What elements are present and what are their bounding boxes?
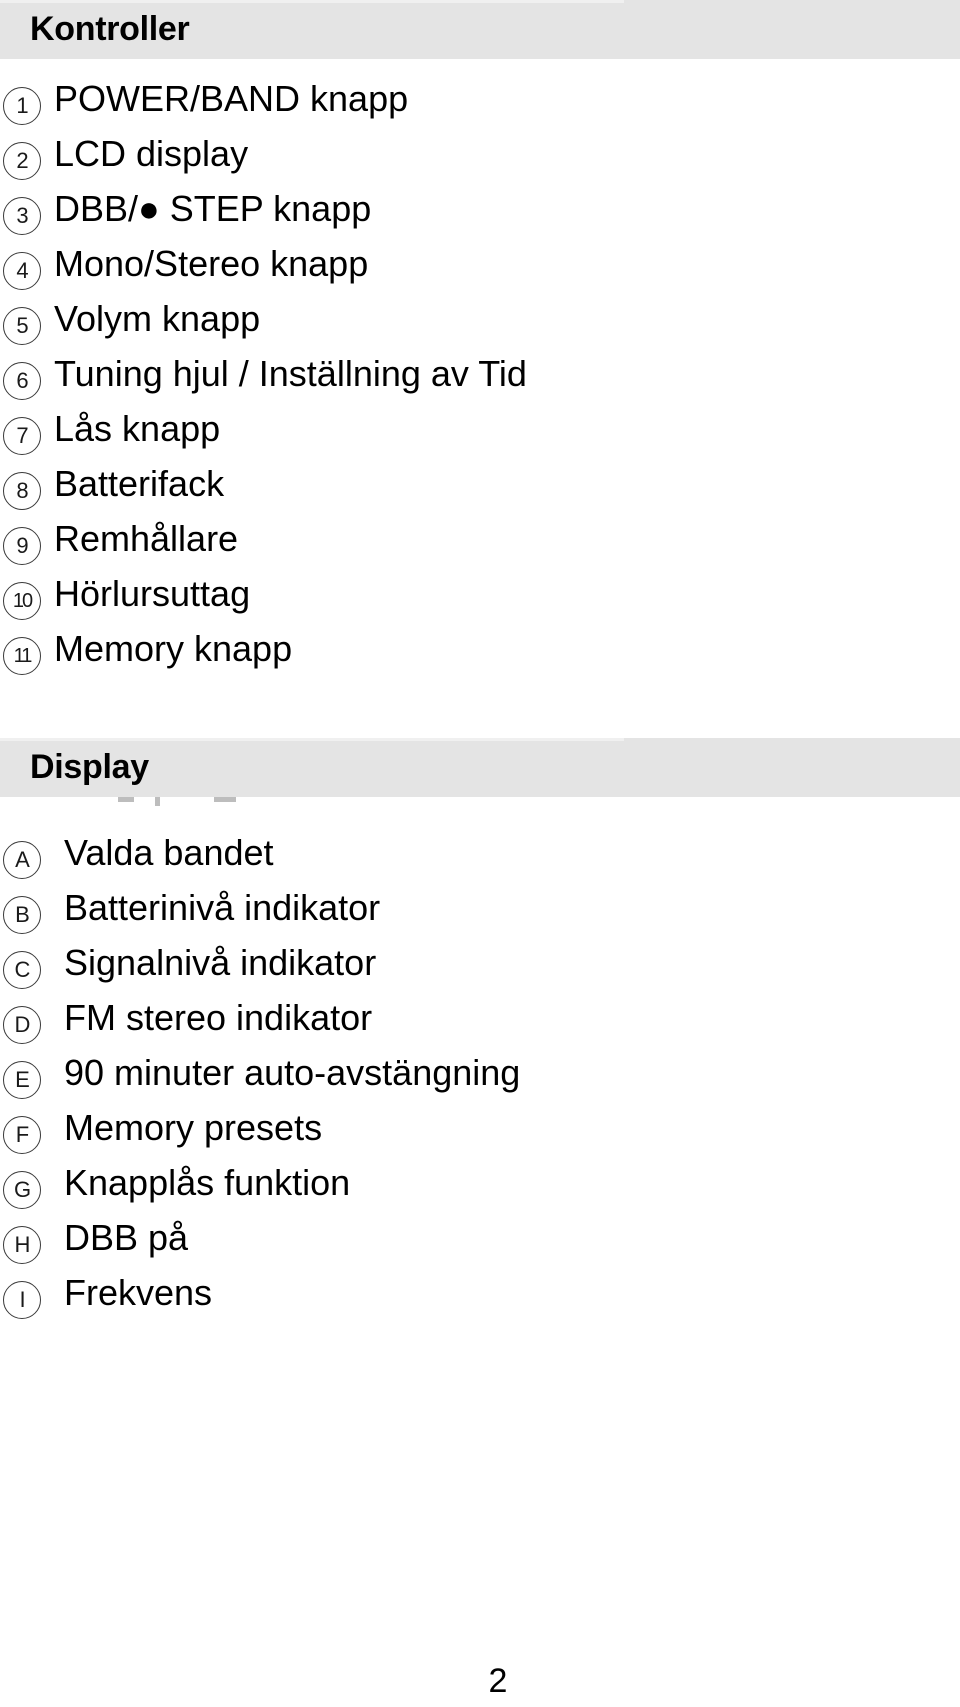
letter-marker-icon: C (0, 951, 44, 990)
number-marker-icon: 2 (0, 142, 44, 181)
circled-marker: 1 (3, 87, 41, 126)
list-item-label: Frekvens (64, 1272, 213, 1314)
controls-section-header: Kontroller (0, 0, 960, 60)
circled-marker: A (3, 841, 41, 880)
circled-marker: H (3, 1226, 41, 1265)
number-marker-icon: 7 (0, 417, 44, 456)
number-marker-icon: 1 (0, 87, 44, 126)
list-item-label: POWER/BAND knapp (54, 78, 409, 120)
circled-marker: 6 (3, 362, 41, 401)
list-item-label: Hörlursuttag (54, 573, 251, 615)
list-item: 3 DBB/● STEP knapp (0, 188, 960, 236)
letter-marker-icon: D (0, 1006, 44, 1045)
circled-marker: D (3, 1006, 41, 1045)
list-item-label: Batterinivå indikator (64, 887, 381, 929)
number-marker-icon: 11 (0, 637, 44, 676)
letter-marker-icon: F (0, 1116, 44, 1155)
controls-list: 1 POWER/BAND knapp 2 LCD display 3 DBB/● STEP… (0, 59, 960, 676)
display-list: A Valda bandet B Batterinivå indikator C Sign… (0, 811, 960, 1320)
circled-marker: C (3, 951, 41, 990)
image-remnant-artifacts (0, 797, 960, 811)
list-item-label: Tuning hjul / Inställning av Tid (54, 353, 527, 395)
list-item-label: Remhållare (54, 518, 239, 560)
list-item-label: Memory knapp (54, 628, 293, 670)
list-item: 6 Tuning hjul / Inställning av Tid (0, 353, 960, 401)
artifact-mark (118, 797, 134, 803)
list-item: B Batterinivå indikator (0, 887, 960, 935)
list-item: E 90 minuter auto-avstängning (0, 1052, 960, 1100)
letter-marker-icon: B (0, 896, 44, 935)
list-item: I Frekvens (0, 1272, 960, 1320)
circled-marker: 11 (3, 637, 41, 676)
list-item: 8 Batterifack (0, 463, 960, 511)
number-marker-icon: 5 (0, 307, 44, 346)
display-section-title: Display (30, 748, 149, 787)
list-item: 9 Remhållare (0, 518, 960, 566)
list-item: 2 LCD display (0, 133, 960, 181)
list-item: 7 Lås knapp (0, 408, 960, 456)
circled-marker: F (3, 1116, 41, 1155)
circled-marker: E (3, 1061, 41, 1100)
list-item-label: Lås knapp (54, 408, 221, 450)
circled-marker: 5 (3, 307, 41, 346)
list-item-label: FM stereo indikator (64, 997, 373, 1039)
letter-marker-icon: E (0, 1061, 44, 1100)
number-marker-icon: 10 (0, 582, 44, 621)
list-item: 10 Hörlursuttag (0, 573, 960, 621)
circled-marker: 3 (3, 197, 41, 236)
circled-marker: B (3, 896, 41, 935)
list-item: H DBB på (0, 1217, 960, 1265)
list-item: C Signalnivå indikator (0, 942, 960, 990)
circled-marker: 4 (3, 252, 41, 291)
list-item-label: LCD display (54, 133, 249, 175)
letter-marker-icon: A (0, 841, 44, 880)
number-marker-icon: 8 (0, 472, 44, 511)
number-marker-icon: 9 (0, 527, 44, 566)
list-item-label: Memory presets (64, 1107, 323, 1149)
circled-marker: 8 (3, 472, 41, 511)
list-item: F Memory presets (0, 1107, 960, 1155)
list-item-label: Batterifack (54, 463, 225, 505)
page-number: 2 (488, 1662, 508, 1700)
circled-marker: 9 (3, 527, 41, 566)
list-item-label: DBB/● STEP knapp (54, 188, 372, 230)
list-item-label: Valda bandet (64, 832, 274, 874)
list-item: G Knapplås funktion (0, 1162, 960, 1210)
circled-marker: I (3, 1281, 41, 1320)
artifact-mark (214, 797, 236, 803)
list-item: 1 POWER/BAND knapp (0, 78, 960, 126)
list-item-label: 90 minuter auto-avstängning (64, 1052, 521, 1094)
list-item-label: Knapplås funktion (64, 1162, 351, 1204)
list-item: 5 Volym knapp (0, 298, 960, 346)
list-item: 11 Memory knapp (0, 628, 960, 676)
number-marker-icon: 4 (0, 252, 44, 291)
list-item-label: Volym knapp (54, 298, 261, 340)
number-marker-icon: 3 (0, 197, 44, 236)
list-item: A Valda bandet (0, 832, 960, 880)
circled-marker: 2 (3, 142, 41, 181)
display-section-header: Display (0, 738, 960, 798)
letter-marker-icon: I (0, 1281, 44, 1320)
letter-marker-icon: G (0, 1171, 44, 1210)
letter-marker-icon: H (0, 1226, 44, 1265)
circled-marker: G (3, 1171, 41, 1210)
circled-marker: 7 (3, 417, 41, 456)
list-item-label: Signalnivå indikator (64, 942, 377, 984)
list-item: D FM stereo indikator (0, 997, 960, 1045)
circled-marker: 10 (3, 582, 41, 621)
list-item-label: Mono/Stereo knapp (54, 243, 369, 285)
number-marker-icon: 6 (0, 362, 44, 401)
list-item-label: DBB på (64, 1217, 189, 1259)
list-item: 4 Mono/Stereo knapp (0, 243, 960, 291)
artifact-mark (155, 797, 160, 807)
controls-section-title: Kontroller (30, 10, 190, 48)
